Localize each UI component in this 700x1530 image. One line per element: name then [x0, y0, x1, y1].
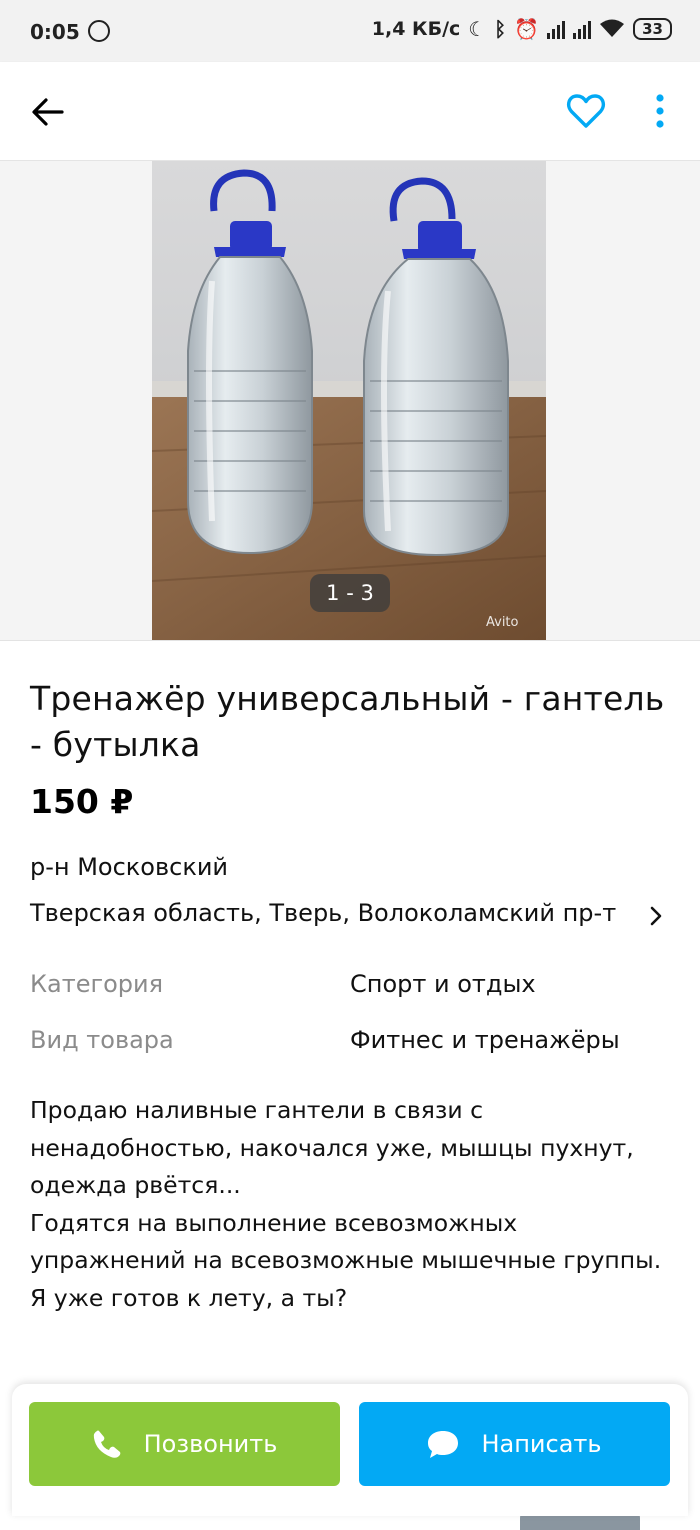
param-value-category: Спорт и отдых: [350, 970, 536, 998]
signal-icon: [547, 19, 566, 39]
network-speed: 1,4 КБ/с: [371, 18, 461, 40]
call-button[interactable]: Позвонить: [29, 1402, 340, 1486]
call-button-label: Позвонить: [143, 1430, 278, 1458]
status-indicators: 1,4 КБ/с ☾ ᛒ ⏰ 33: [372, 18, 672, 40]
bluetooth-icon: ᛒ: [494, 17, 507, 41]
wifi-icon: [600, 19, 625, 37]
bottles-image: [152, 161, 546, 641]
description-paragraph: Я уже готов к лету, а ты?: [30, 1283, 348, 1312]
param-value-type: Фитнес и тренажёры: [350, 1026, 620, 1054]
alarm-icon: ⏰: [514, 17, 540, 41]
chevron-right-icon: [650, 906, 662, 926]
arrow-left-icon[interactable]: [30, 94, 66, 130]
description-paragraph: Продаю наливные гантели в связи с ненадо…: [30, 1096, 634, 1199]
description-paragraph: Годятся на выполнение всевозможных упраж…: [30, 1208, 662, 1275]
address-link[interactable]: Тверская область, Тверь, Волоколамский п…: [0, 893, 700, 937]
photo-counter: 1 - 3: [310, 574, 390, 612]
listing-district: р-н Московский: [30, 853, 229, 881]
photo-gallery[interactable]: 1 - 3 Avito: [0, 161, 700, 641]
top-toolbar: [0, 62, 700, 161]
listing-title: Тренажёр универсальный - гантель - бутыл…: [30, 679, 665, 764]
moon-icon: ☾: [468, 17, 487, 41]
param-label-type: Вид товара: [30, 1026, 174, 1054]
phone-icon: [93, 1430, 120, 1458]
message-button-label: Написать: [481, 1430, 602, 1458]
listing-photo[interactable]: [152, 161, 546, 641]
param-label-category: Категория: [30, 970, 164, 998]
message-button[interactable]: Написать: [359, 1402, 670, 1486]
listing-price: 150 ₽: [30, 782, 134, 821]
listing-description: Продаю наливные гантели в связи с ненадо…: [30, 1092, 680, 1317]
status-bar: 0:05 1,4 КБ/с ☾ ᛒ ⏰ 33: [0, 0, 700, 62]
chat-bubble-icon: [428, 1431, 459, 1458]
divider: [0, 640, 700, 641]
signal-icon: [573, 19, 592, 39]
battery-icon: 33: [633, 18, 672, 40]
status-time: 0:05: [30, 20, 80, 44]
avito-watermark: Avito: [486, 615, 519, 630]
heart-outline-icon[interactable]: [566, 92, 606, 130]
bottom-action-bar: Позвонить Написать: [12, 1384, 688, 1516]
listing-address: Тверская область, Тверь, Волоколамский п…: [30, 899, 617, 927]
more-vertical-icon[interactable]: [648, 92, 672, 130]
whatsapp-icon: [88, 20, 110, 42]
